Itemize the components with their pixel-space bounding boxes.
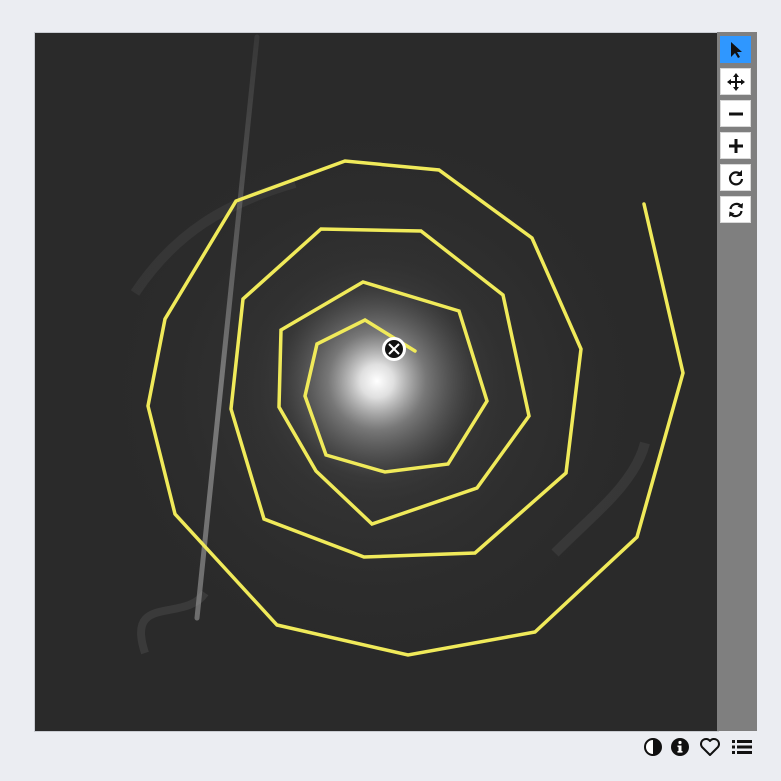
zoom-in-button[interactable] bbox=[720, 132, 751, 159]
zoom-out-button[interactable] bbox=[720, 100, 751, 127]
minus-icon bbox=[728, 112, 743, 115]
info-button[interactable] bbox=[668, 735, 692, 759]
pan-tool-button[interactable] bbox=[720, 68, 751, 95]
rotate-cw-icon bbox=[728, 169, 743, 185]
viewer-toolbar bbox=[717, 32, 757, 731]
arrow-pointer-icon bbox=[730, 41, 742, 58]
list-icon bbox=[732, 740, 752, 754]
plus-icon bbox=[728, 138, 743, 153]
move-arrows-icon bbox=[726, 72, 745, 91]
image-viewer[interactable] bbox=[34, 32, 719, 732]
menu-button[interactable] bbox=[730, 735, 754, 759]
favorite-button[interactable] bbox=[698, 735, 722, 759]
refresh-cycle-icon bbox=[728, 202, 743, 217]
select-tool-button[interactable] bbox=[720, 36, 751, 63]
refresh-button[interactable] bbox=[720, 196, 751, 223]
heart-outline-icon bbox=[700, 738, 720, 756]
reset-view-button[interactable] bbox=[720, 164, 751, 191]
spiral-image-canvas[interactable] bbox=[35, 33, 718, 731]
info-circle-icon bbox=[671, 738, 689, 756]
bottom-icon-bar bbox=[641, 735, 761, 759]
crosshair-circle-x-icon[interactable] bbox=[382, 337, 406, 361]
contrast-button[interactable] bbox=[641, 735, 665, 759]
contrast-icon bbox=[644, 738, 662, 756]
